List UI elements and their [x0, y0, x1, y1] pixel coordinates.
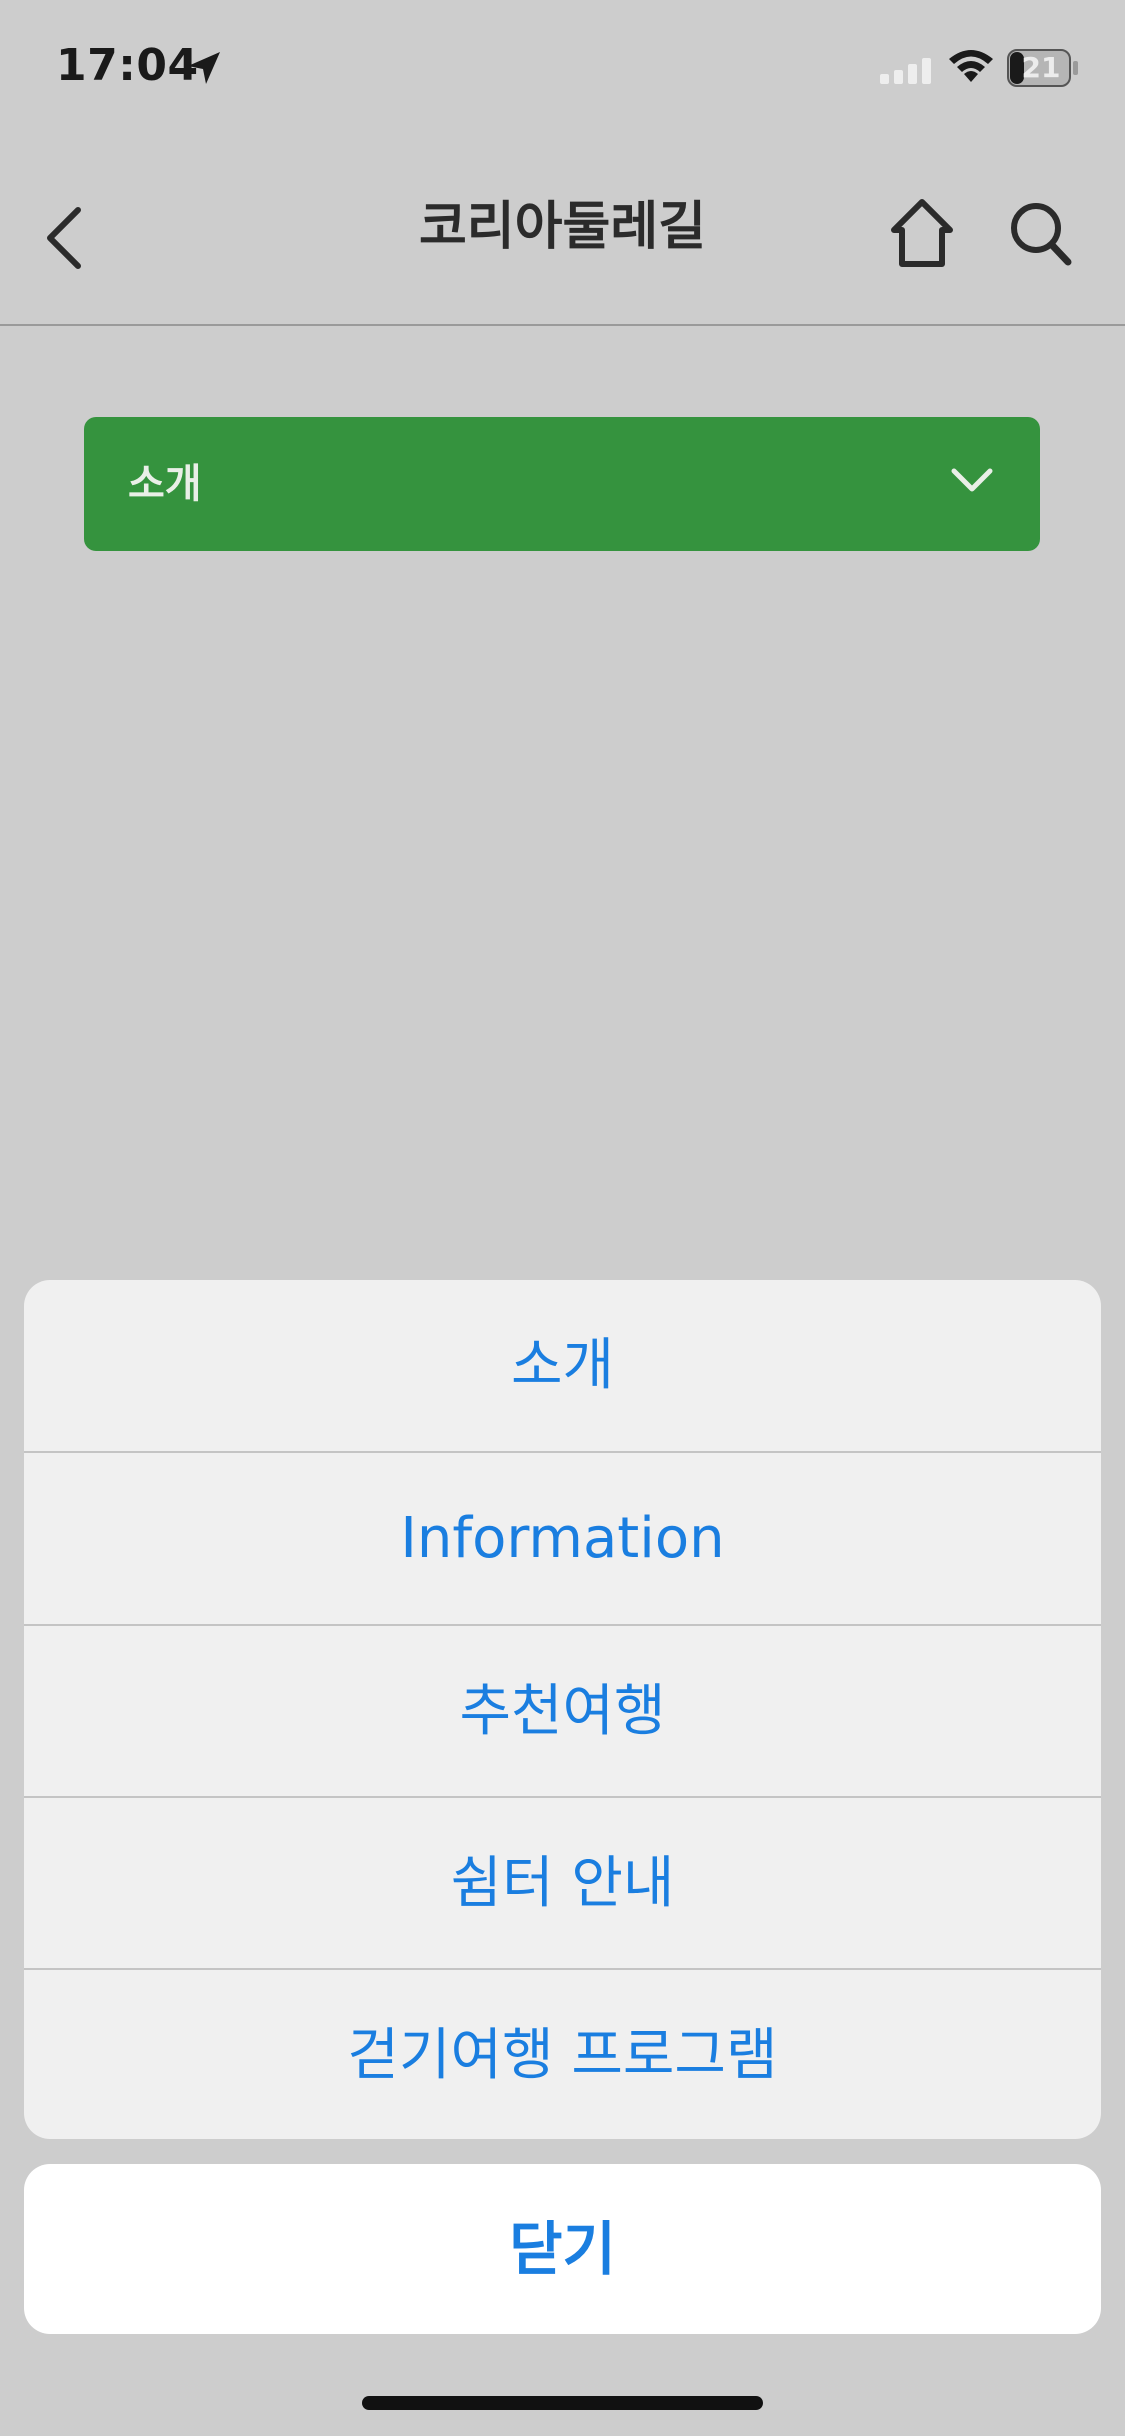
location-arrow-icon — [188, 52, 220, 84]
action-item-intro[interactable]: 소개 — [24, 1280, 1101, 1451]
back-chevron-icon[interactable] — [36, 198, 96, 278]
action-item-information[interactable]: Information — [24, 1453, 1101, 1624]
action-item-recommended-trips[interactable]: 추천여행 — [24, 1626, 1101, 1797]
home-indicator[interactable] — [362, 2396, 763, 2410]
category-dropdown[interactable]: 소개 — [84, 417, 1040, 551]
status-time: 17:04 — [56, 40, 199, 91]
search-icon[interactable] — [1006, 198, 1074, 268]
close-button[interactable]: 닫기 — [24, 2164, 1101, 2334]
category-dropdown-label: 소개 — [128, 461, 202, 507]
battery-level: 21 — [1021, 51, 1061, 84]
cellular-signal-icon — [880, 58, 931, 84]
action-item-shelter-info[interactable]: 쉼터 안내 — [24, 1798, 1101, 1969]
page-title: 코리아둘레길 — [418, 197, 707, 257]
wifi-icon — [949, 50, 993, 82]
action-item-walking-program[interactable]: 걷기여행 프로그램 — [24, 1970, 1101, 2139]
nav-header: 코리아둘레길 — [0, 160, 1125, 326]
home-icon[interactable] — [888, 196, 956, 270]
status-bar: 17:04 21 — [0, 0, 1125, 140]
chevron-down-icon — [951, 468, 993, 492]
action-sheet: 소개 Information 추천여행 쉼터 안내 걷기여행 프로그램 — [24, 1280, 1101, 2139]
